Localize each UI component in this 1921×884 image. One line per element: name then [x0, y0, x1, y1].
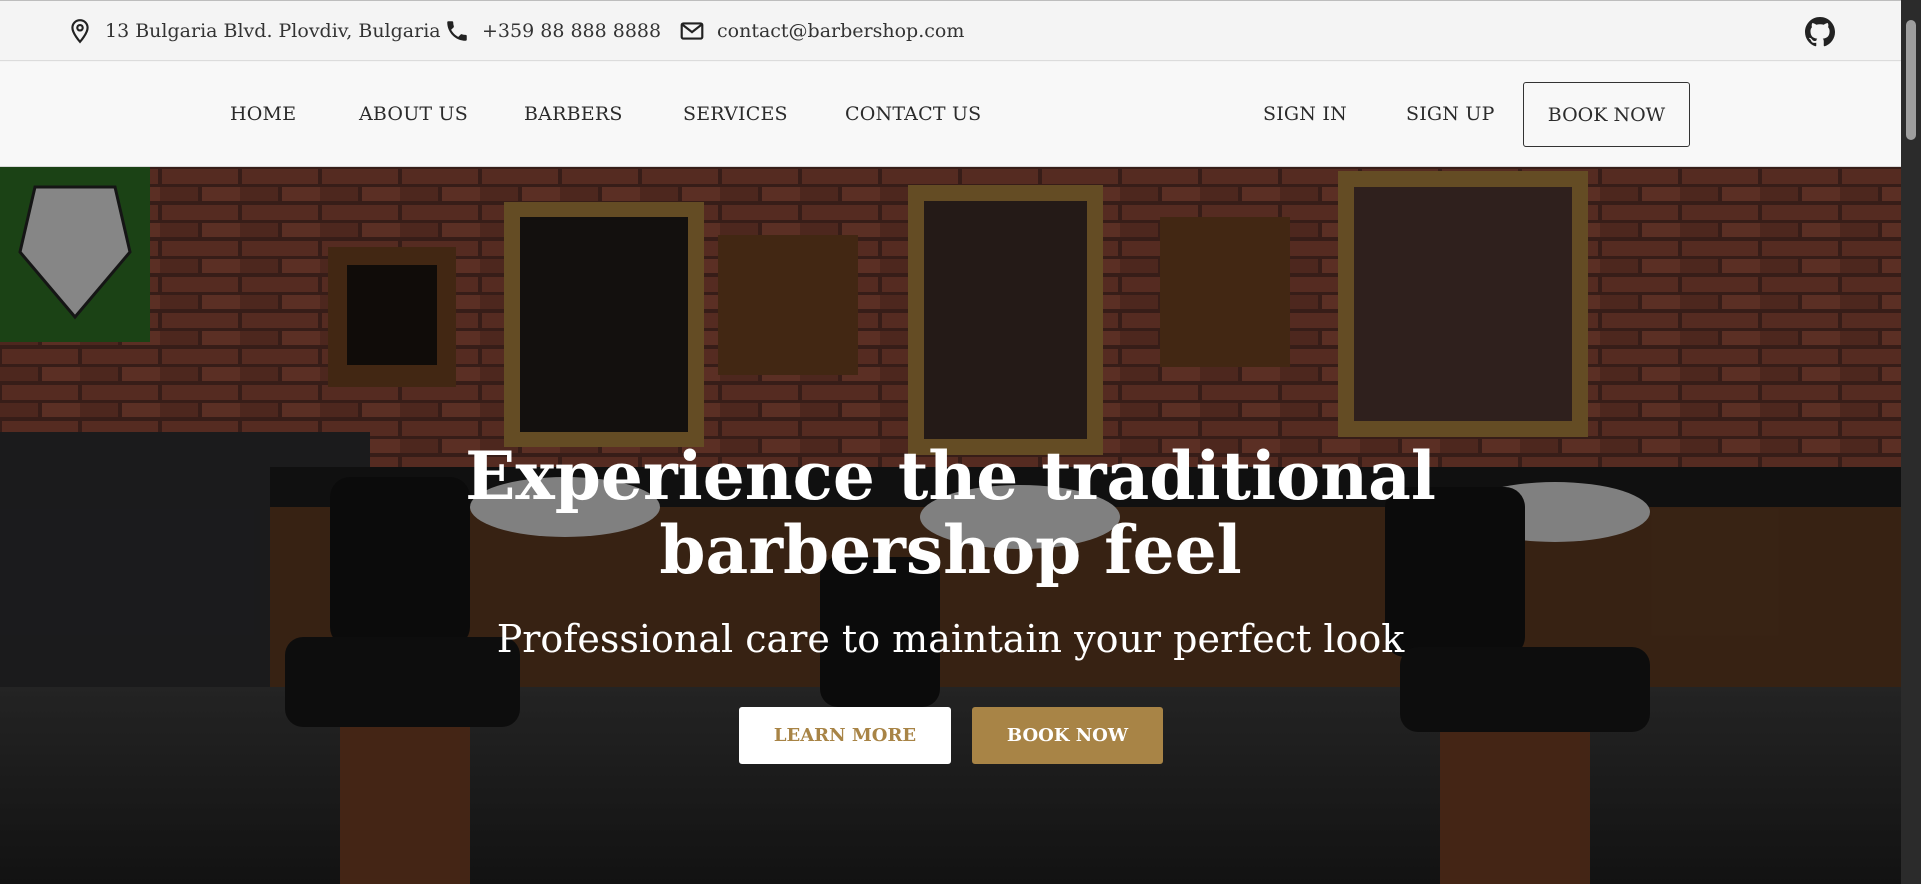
phone-text[interactable]: +359 88 888 8888 [482, 20, 661, 42]
hero-title: Experience the traditional barbershop fe… [0, 439, 1901, 587]
nav-about-us[interactable]: ABOUT US [359, 62, 468, 167]
nav-home[interactable]: HOME [230, 62, 296, 167]
main-navbar: HOME ABOUT US BARBERS SERVICES CONTACT U… [0, 62, 1901, 167]
hero-book-now-button[interactable]: BOOK NOW [972, 707, 1163, 764]
phone-icon [447, 20, 467, 41]
phone-info[interactable]: +359 88 888 8888 [444, 18, 661, 44]
nav-book-now-button[interactable]: BOOK NOW [1523, 82, 1690, 147]
github-icon[interactable] [1805, 17, 1835, 47]
location-pin-icon [71, 18, 89, 43]
address-info: 13 Bulgaria Blvd. Plovdiv, Bulgaria [67, 18, 441, 44]
scrollbar-thumb[interactable] [1906, 20, 1916, 140]
mail-icon [680, 21, 704, 40]
email-info[interactable]: contact@barbershop.com [679, 18, 964, 44]
nav-contact-us[interactable]: CONTACT US [845, 62, 981, 167]
sign-up-link[interactable]: SIGN UP [1406, 62, 1495, 167]
hero-title-line-1: Experience the traditional [465, 437, 1436, 515]
sign-in-link[interactable]: SIGN IN [1263, 62, 1347, 167]
top-info-bar: 13 Bulgaria Blvd. Plovdiv, Bulgaria +359… [0, 0, 1901, 61]
nav-barbers[interactable]: BARBERS [524, 62, 623, 167]
page-scrollbar[interactable] [1901, 0, 1921, 884]
hero-section: Experience the traditional barbershop fe… [0, 167, 1901, 884]
learn-more-button[interactable]: LEARN MORE [739, 707, 951, 764]
nav-services[interactable]: SERVICES [683, 62, 788, 167]
hero-subtitle: Professional care to maintain your perfe… [496, 617, 1405, 661]
email-text[interactable]: contact@barbershop.com [717, 20, 964, 42]
hero-title-line-2: barbershop feel [659, 511, 1242, 589]
address-text: 13 Bulgaria Blvd. Plovdiv, Bulgaria [105, 19, 441, 42]
